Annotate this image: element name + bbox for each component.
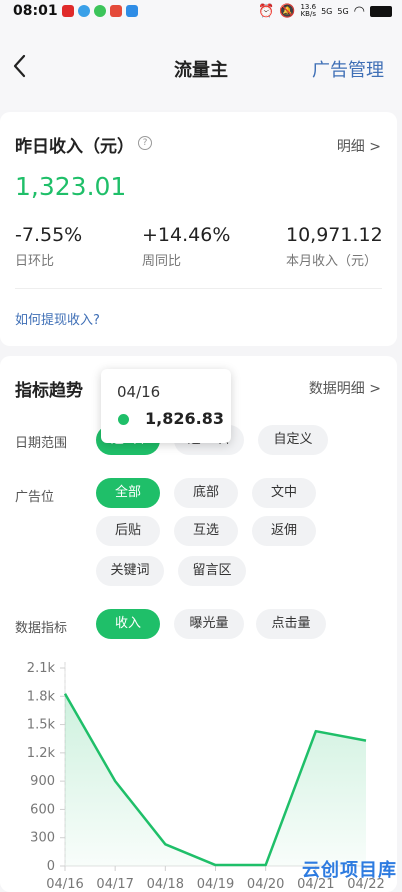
income-card: 昨日收入（元） ? 明细 > 1,323.01 -7.55% 日环比 +14.4… (0, 112, 397, 346)
data-detail-link[interactable]: 数据明细 > (309, 378, 381, 398)
ad-position-label: 广告位 (15, 490, 55, 505)
income-title: 昨日收入（元） (15, 137, 134, 157)
filter-pill[interactable]: 底部 (174, 478, 238, 508)
y-tick-label: 1.2k (27, 746, 56, 761)
chart-tooltip: 04/16 1,826.83 (101, 369, 231, 443)
income-detail-link[interactable]: 明细 > (337, 136, 381, 156)
y-tick-label: 300 (30, 831, 55, 846)
filter-pill[interactable]: 文中 (252, 478, 316, 508)
filter-pill[interactable]: 全部 (96, 478, 160, 508)
filter-pill[interactable]: 关键词 (96, 556, 164, 586)
app-notification-icon (110, 5, 122, 17)
y-tick-label: 0 (47, 859, 55, 874)
y-tick-label: 1.5k (27, 718, 56, 733)
alarm-icon: ⏰ (258, 3, 275, 19)
y-tick-label: 2.1k (27, 661, 56, 676)
app-notification-icon (62, 5, 74, 17)
app-notification-icon (126, 5, 138, 17)
signal-2: 5G (337, 6, 349, 16)
stat-label: 周同比 (142, 254, 182, 269)
series-area (65, 693, 366, 866)
watermark: 云创项目库 (302, 860, 397, 881)
battery-icon (370, 5, 392, 17)
divider (15, 288, 382, 289)
app-notification-icon (94, 5, 106, 17)
filter-pill[interactable]: 互选 (174, 516, 238, 546)
stat-value: 10,971.12 (286, 224, 383, 246)
x-tick-label: 04/20 (247, 877, 284, 892)
status-time: 08:01 (13, 3, 58, 19)
stat-month-income: 10,971.12 本月收入（元） (286, 224, 383, 269)
y-tick-label: 900 (30, 774, 55, 789)
mute-icon: 🔕 (279, 3, 296, 19)
x-tick-label: 04/18 (147, 877, 184, 892)
stat-week-over-week: +14.46% 周同比 (142, 224, 230, 269)
x-tick-label: 04/19 (197, 877, 234, 892)
nav-bar: 流量主 广告管理 (0, 26, 402, 110)
wifi-icon: ◠ (353, 3, 365, 19)
tooltip-series-dot (118, 414, 129, 425)
ad-management-link[interactable]: 广告管理 (312, 56, 384, 82)
app-notification-icon (78, 5, 90, 17)
filter-pill[interactable]: 收入 (96, 609, 160, 639)
stat-value: -7.55% (15, 224, 83, 246)
income-value: 1,323.01 (15, 172, 127, 201)
withdraw-howto-link[interactable]: 如何提现收入? (15, 309, 100, 328)
x-tick-label: 04/17 (96, 877, 133, 892)
metric-label: 数据指标 (15, 621, 68, 636)
signal-1: 5G (321, 6, 333, 16)
tooltip-date: 04/16 (117, 383, 161, 401)
filter-pill[interactable]: 返佣 (252, 516, 316, 546)
tooltip-value: 1,826.83 (145, 409, 224, 428)
filter-pill[interactable]: 自定义 (258, 425, 328, 455)
y-tick-label: 600 (30, 802, 55, 817)
date-range-label: 日期范围 (15, 436, 68, 451)
filter-pill[interactable]: 后贴 (96, 516, 160, 546)
x-tick-label: 04/16 (46, 877, 83, 892)
help-icon[interactable]: ? (138, 136, 152, 150)
y-tick-label: 1.8k (27, 689, 56, 704)
notification-icons (62, 5, 138, 17)
filter-pill[interactable]: 点击量 (256, 609, 326, 639)
stat-day-over-day: -7.55% 日环比 (15, 224, 82, 269)
filter-pill[interactable]: 曝光量 (174, 609, 244, 639)
status-bar: 08:01 ⏰ 🔕 13.6 KB/s 5G 5G ◠ (0, 0, 402, 26)
stat-label: 本月收入（元） (286, 254, 378, 269)
trend-title: 指标趋势 (15, 381, 83, 401)
status-indicators: ⏰ 🔕 13.6 KB/s 5G 5G ◠ (258, 4, 392, 18)
stat-value: +14.46% (142, 224, 231, 246)
stat-label: 日环比 (15, 254, 55, 269)
network-speed: 13.6 KB/s (300, 3, 317, 18)
filter-pill[interactable]: 留言区 (178, 556, 246, 586)
